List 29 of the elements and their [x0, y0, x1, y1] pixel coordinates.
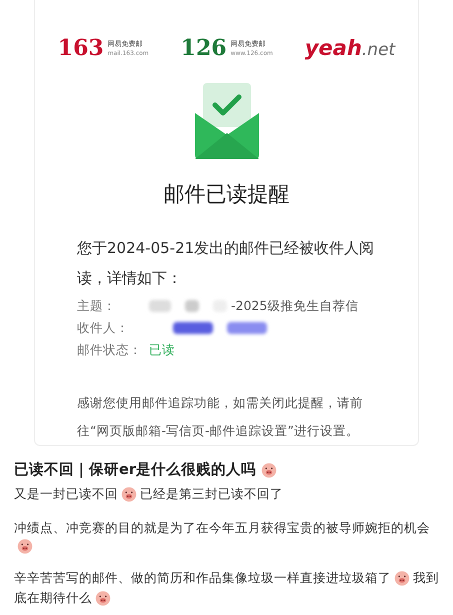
field-label: 主题： — [77, 296, 117, 314]
redaction-mark — [227, 322, 267, 334]
post-text: 我到 — [413, 569, 439, 587]
logo-mark: yeah — [304, 34, 362, 62]
post-text: 冲绩点、冲竞赛的目的就是为了在今年五月获得宝贵的被导师婉拒的机会 — [14, 519, 430, 537]
post-text: 辛辛苦苦写的邮件、做的简历和作品集像垃圾一样直接进垃圾箱了 — [14, 569, 391, 587]
field-label: 邮件状态： — [77, 340, 143, 358]
post-title: 已读不回｜保研er是什么很贱的人吗 — [14, 460, 256, 480]
pig-face-icon — [261, 462, 277, 478]
logo-mark: 126 — [180, 34, 227, 63]
email-footer-note: 感谢您使用邮件追踪功能，如需关闭此提醒，请前往“网页版邮箱-写信页-邮件追踪设置”进行设置。 — [77, 394, 364, 440]
pig-face-icon — [121, 486, 137, 502]
logo-suffix: .net — [362, 38, 396, 62]
redaction-mark — [185, 300, 199, 312]
email-intro: 您于2024-05-21发出的邮件已经被收件人阅读，详情如下： — [77, 238, 376, 288]
logo-mark: 163 — [58, 34, 104, 63]
redaction-mark — [149, 300, 171, 312]
subject-value: -2025级推免生自荐信 — [231, 296, 358, 314]
field-label: 收件人： — [77, 318, 130, 336]
pig-face-icon — [17, 538, 33, 554]
envelope-check-icon — [194, 83, 258, 159]
pig-face-icon — [394, 570, 410, 586]
post-text: 底在期待什么 — [14, 589, 92, 607]
status-value: 已读 — [149, 340, 175, 358]
pig-face-icon — [95, 590, 111, 606]
redaction-mark — [173, 322, 213, 334]
post-text: 又是一封已读不回 — [14, 485, 118, 503]
post-text: 已经是第三封已读不回了 — [140, 485, 283, 503]
email-title: 邮件已读提醒 — [164, 181, 290, 208]
